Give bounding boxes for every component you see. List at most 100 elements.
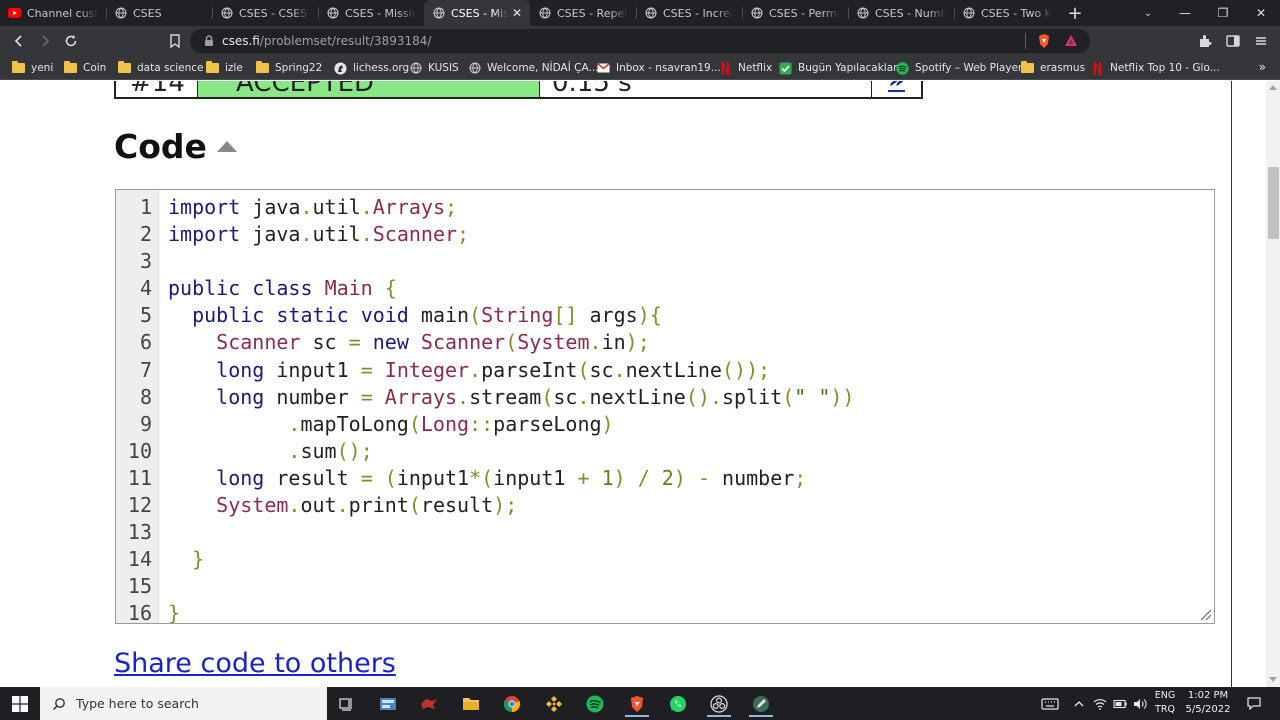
bookmark-item[interactable]: lichess.org	[334, 60, 409, 76]
bookmark-label: izle	[225, 62, 243, 74]
brave-rewards-icon[interactable]	[1060, 30, 1082, 52]
scroll-down-icon[interactable]	[1269, 677, 1277, 682]
windows-start-icon[interactable]	[0, 687, 40, 720]
binance-icon[interactable]	[537, 690, 571, 717]
bookmark-item[interactable]: Bugün Yapılacaklar	[779, 60, 897, 76]
browser-tab[interactable]: CSES - Repetition	[530, 0, 636, 26]
view-test-link[interactable]: »	[872, 81, 921, 97]
browser-tab[interactable]: CSES - Missing N	[318, 0, 424, 26]
bookmark-item[interactable]: Coin	[64, 60, 106, 76]
keyboard-icon[interactable]	[1038, 687, 1062, 720]
reload-icon[interactable]	[60, 30, 82, 52]
browser-tab[interactable]: CSES - Missin ✕	[424, 0, 530, 26]
line-number: 11	[127, 465, 152, 490]
folder-icon	[64, 61, 77, 75]
app-pen-icon[interactable]	[744, 690, 778, 717]
bookmark-star-icon[interactable]	[164, 30, 186, 52]
code-text: }	[192, 547, 205, 572]
tray-chevron-up-icon[interactable]	[1070, 687, 1088, 720]
bookmark-label: Spring22	[275, 62, 323, 74]
code-text: }	[168, 601, 181, 624]
bookmarks-bar: » yeni Coin data science izle Spring22 liches…	[0, 56, 1280, 80]
browser-tab[interactable]: CSES - CSES Prol	[212, 0, 318, 26]
sidebar-icon[interactable]	[1222, 30, 1244, 52]
minimize-icon[interactable]: —	[1166, 0, 1204, 26]
app-red-icon[interactable]	[412, 690, 446, 717]
battery-icon[interactable]	[1110, 687, 1130, 720]
forward-icon[interactable]	[34, 30, 56, 52]
scroll-up-icon[interactable]	[1269, 85, 1277, 90]
bookmark-item[interactable]: Spotify – Web Player	[896, 60, 1022, 76]
code-line: 9 .mapToLong(Long::parseLong)	[116, 411, 1214, 438]
page-scrollbar[interactable]	[1231, 81, 1280, 687]
bookmark-label: Welcome, NİDAİ ÇA...	[487, 62, 599, 74]
globe-icon	[114, 7, 127, 20]
folder-icon[interactable]	[454, 690, 488, 717]
line-number: 4	[139, 276, 152, 301]
tab-search-icon[interactable]: ⌄	[1138, 0, 1158, 26]
bookmark-item[interactable]: Inbox - nsavran19...	[597, 60, 721, 76]
new-tab-button[interactable]: +	[1060, 0, 1090, 26]
obs-icon[interactable]	[702, 690, 736, 717]
bookmark-item[interactable]: erasmus	[1021, 60, 1085, 76]
wifi-icon[interactable]	[1090, 687, 1110, 720]
notifications-icon[interactable]	[1242, 687, 1266, 720]
close-window-icon[interactable]: ✕	[1242, 0, 1280, 26]
windows-taskbar: Type here to search ENG TRQ 1:02 PM 5/5/…	[0, 687, 1280, 720]
line-number: 3	[139, 249, 152, 274]
bookmark-item[interactable]: Netflix	[719, 60, 772, 76]
collapse-caret-icon[interactable]	[217, 141, 237, 152]
address-bar[interactable]: cses.fi/problemset/result/3893184/	[190, 29, 1090, 53]
netflix-icon	[1091, 61, 1104, 75]
close-tab-icon[interactable]: ✕	[512, 6, 522, 20]
line-number: 5	[139, 303, 152, 328]
tab-title: CSES - Repetition	[557, 6, 628, 20]
browser-tab[interactable]: CSES - Number S	[848, 0, 954, 26]
code-text: public class Main {	[168, 276, 397, 301]
resize-handle-icon[interactable]	[1198, 607, 1212, 621]
chrome-icon[interactable]	[495, 690, 529, 717]
menu-icon[interactable]	[1250, 30, 1272, 52]
scroll-thumb[interactable]	[1268, 167, 1279, 239]
volume-icon[interactable]	[1130, 687, 1150, 720]
system-clock[interactable]: 1:02 PM 5/5/2022	[1178, 689, 1238, 717]
bookmarks-overflow-icon[interactable]: »	[1259, 60, 1266, 74]
code-section-title: Code	[114, 127, 207, 166]
bookmark-item[interactable]: Spring22	[256, 60, 322, 76]
lock-icon	[205, 35, 213, 46]
browser-tab[interactable]: CSES - Two Knigl	[954, 0, 1060, 26]
code-text: Scanner sc = new Scanner(System.in);	[216, 330, 650, 355]
extensions-icon[interactable]	[1194, 30, 1216, 52]
bookmark-item[interactable]: Netflix Top 10 - Glo...	[1091, 60, 1220, 76]
whatsapp-icon[interactable]	[661, 690, 695, 717]
bookmark-item[interactable]: yeni	[12, 60, 53, 76]
browser-tab[interactable]: CSES - Permutati	[742, 0, 848, 26]
bookmark-label: Netflix	[738, 62, 773, 74]
share-code-link[interactable]: Share code to others	[114, 648, 396, 679]
file-manager-icon[interactable]	[371, 690, 405, 717]
bookmark-label: Coin	[83, 62, 107, 74]
code-text: public static void main(String[] args){	[192, 303, 662, 328]
spotify-icon[interactable]	[578, 690, 612, 717]
bookmark-item[interactable]: KUSIS	[409, 60, 459, 76]
code-viewer[interactable]: 1 import java.util.Arrays; 2 import java.ut…	[115, 189, 1215, 624]
bookmark-item[interactable]: data science	[118, 60, 204, 76]
bookmark-item[interactable]: izle	[206, 60, 243, 76]
tab-title: CSES - CSES Prol	[239, 6, 310, 20]
bookmark-label: erasmus	[1040, 62, 1086, 74]
taskbar-search-box[interactable]: Type here to search	[40, 687, 327, 720]
bookmark-item[interactable]: Welcome, NİDAİ ÇA...	[468, 60, 599, 76]
line-number: 13	[127, 520, 152, 545]
browser-tab[interactable]: Channel customi	[0, 0, 106, 26]
browser-tab[interactable]: CSES	[106, 0, 212, 26]
brave-shield-icon[interactable]	[1033, 30, 1055, 52]
globe-icon	[962, 7, 975, 20]
browser-tab[interactable]: CSES - Increasing	[636, 0, 742, 26]
task-view-icon[interactable]	[329, 690, 363, 717]
lichess-icon	[334, 62, 347, 75]
input-language[interactable]: ENG TRQ	[1152, 689, 1178, 717]
brave-icon[interactable]	[620, 690, 654, 717]
code-text: long number = Arrays.stream(sc.nextLine(…	[216, 384, 855, 409]
back-icon[interactable]	[8, 30, 30, 52]
maximize-icon[interactable]: ❐	[1204, 0, 1242, 26]
